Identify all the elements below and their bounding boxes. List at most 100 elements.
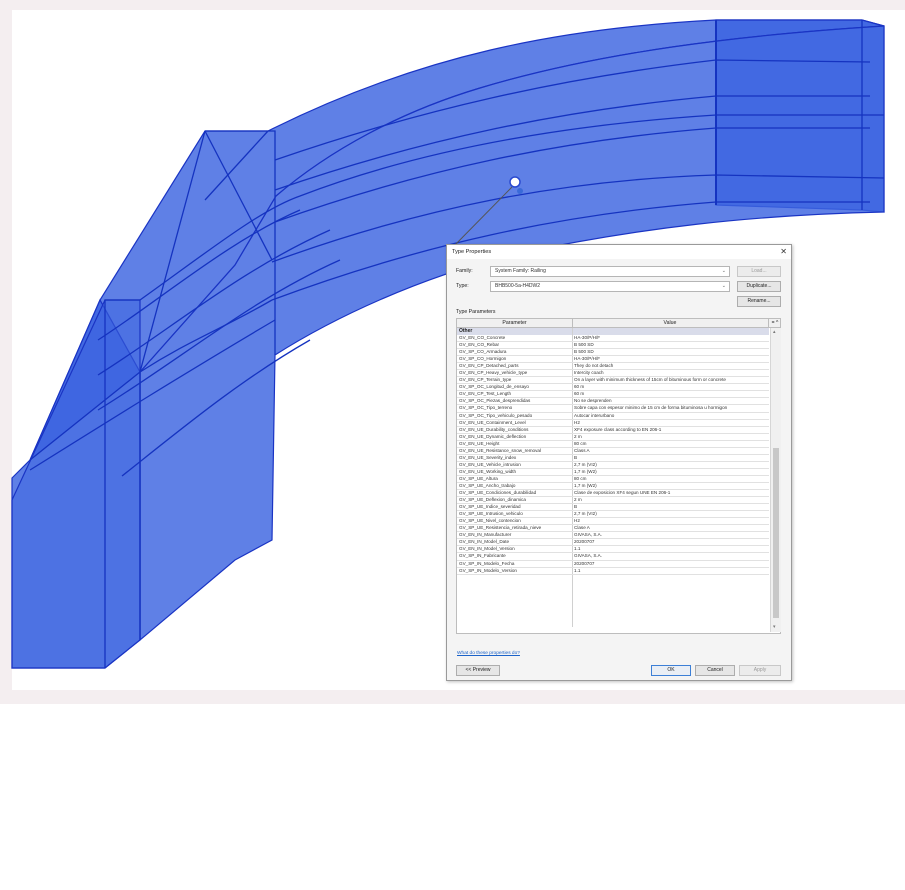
parameter-value[interactable]: 60 m bbox=[574, 384, 767, 390]
close-icon[interactable]: ✕ bbox=[780, 247, 787, 256]
table-row[interactable]: GV_SP_CO_Hormigon HA-30/P/H/F bbox=[457, 356, 769, 364]
table-row[interactable]: GV_SP_UE_Intrusion_vehiculo 2,7 m (VI2) bbox=[457, 511, 769, 519]
ok-button[interactable]: OK bbox=[651, 665, 691, 676]
type-select[interactable]: BHB500-5a-H4DW2 ⌄ bbox=[490, 281, 730, 292]
parameter-value[interactable]: They do not detach bbox=[574, 363, 767, 369]
cancel-button[interactable]: Cancel bbox=[695, 665, 735, 676]
parameter-value[interactable]: 2 m bbox=[574, 497, 767, 503]
parameter-name: GV_SP_OC_Tipo_terreno bbox=[459, 405, 513, 411]
family-select[interactable]: System Family: Railing ⌄ bbox=[490, 266, 730, 277]
group-row-other[interactable]: Other bbox=[457, 328, 769, 335]
parameter-value[interactable]: B 500 SD bbox=[574, 349, 767, 355]
table-row[interactable]: GV_EN_IN_Manufacturer GIVASA, S.A. bbox=[457, 532, 769, 540]
parameter-value[interactable]: Clase A bbox=[574, 525, 767, 531]
table-row[interactable]: GV_EN_UE_Working_width 1,7 m (W2) bbox=[457, 469, 769, 476]
type-parameters-grid[interactable]: Parameter Value = ^ Other GV_EN_CO_Concr… bbox=[456, 318, 781, 890]
parameter-name: GV_SP_CO_Armadura bbox=[459, 349, 507, 355]
parameter-value[interactable]: GIVASA, S.A. bbox=[574, 532, 767, 538]
parameter-value[interactable]: 1,7 m (W2) bbox=[574, 469, 767, 475]
parameter-value[interactable]: B bbox=[574, 455, 767, 461]
table-row[interactable]: GV_EN_CP_Test_Length 60 m bbox=[457, 391, 769, 399]
table-row[interactable]: GV_SP_UE_Indice_severidad B bbox=[457, 504, 769, 512]
parameter-name: GV_EN_CP_Detached_parts bbox=[459, 363, 519, 369]
duplicate-button[interactable]: Duplicate... bbox=[737, 281, 781, 292]
parameter-value[interactable]: 60 m bbox=[574, 391, 767, 397]
grid-body[interactable]: Other GV_EN_CO_Concrete HA-30/P/H/F GV_EN_… bbox=[456, 328, 781, 634]
table-row[interactable]: GV_EN_UE_Resistance_snow_removal Class A bbox=[457, 448, 769, 455]
parameter-name: GV_SP_UE_Deflexion_dinamica bbox=[459, 497, 526, 503]
table-row[interactable]: GV_SP_IN_Modelo_Fecha 20200707 bbox=[457, 561, 769, 568]
column-header-parameter[interactable]: Parameter bbox=[457, 319, 573, 327]
dialog-title: Type Properties bbox=[452, 249, 492, 255]
parameter-value[interactable]: Clase de exposicion XF4 segun UNE EN 206… bbox=[574, 490, 767, 496]
parameter-name: GV_EN_UE_Severity_index bbox=[459, 454, 517, 460]
rename-button[interactable]: Rename... bbox=[737, 296, 781, 307]
parameter-value[interactable]: 1,7 m (W2) bbox=[574, 483, 767, 489]
table-row[interactable]: GV_EN_IN_Model_Version 1.1 bbox=[457, 546, 769, 554]
parameter-value[interactable]: Intercity coach bbox=[574, 370, 767, 376]
parameter-name: GV_EN_UE_Resistance_snow_removal bbox=[459, 447, 541, 453]
scroll-thumb[interactable] bbox=[773, 448, 779, 618]
table-row[interactable]: GV_SP_CO_Armadura B 500 SD bbox=[457, 349, 769, 357]
parameter-value[interactable]: 20200707 bbox=[574, 561, 767, 567]
parameter-value[interactable]: No se desprenden bbox=[574, 398, 767, 404]
parameter-value[interactable]: B bbox=[574, 504, 767, 510]
table-row[interactable]: GV_EN_UE_Containment_Level H2 bbox=[457, 420, 769, 427]
table-row[interactable]: GV_SP_UE_Deflexion_dinamica 2 m bbox=[457, 497, 769, 505]
table-row[interactable]: GV_SP_UE_Ancho_trabajo 1,7 m (W2) bbox=[457, 483, 769, 491]
column-header-value[interactable]: Value bbox=[572, 319, 769, 327]
table-row[interactable]: GV_EN_UE_Height 80 cm bbox=[457, 441, 769, 448]
table-row[interactable]: GV_SP_IN_Fabricante GIVASA, S.A. bbox=[457, 553, 769, 561]
parameter-value[interactable]: H2 bbox=[574, 420, 767, 426]
parameter-value[interactable]: 80 cm bbox=[574, 476, 767, 482]
parameter-value[interactable]: Autocar interurbano bbox=[574, 413, 767, 419]
table-row[interactable]: GV_EN_CP_Detached_parts They do not detac… bbox=[457, 363, 769, 371]
parameter-value[interactable]: On a layer with minimum thickness of 15c… bbox=[574, 377, 767, 383]
type-properties-dialog[interactable]: Type Properties ✕ Family: System Family:… bbox=[446, 244, 792, 681]
table-row[interactable]: GV_SP_OC_Piezas_desprendidas No se despre… bbox=[457, 398, 769, 406]
parameter-value[interactable]: HA-30/P/H/F bbox=[574, 335, 767, 341]
table-row[interactable]: GV_SP_OC_Tipo_vehiculo_pesado Autocar int… bbox=[457, 413, 769, 420]
parameter-value[interactable]: H2 bbox=[574, 518, 767, 524]
help-link[interactable]: What do these properties do? bbox=[457, 651, 520, 656]
table-row[interactable]: GV_SP_UE_Condiciones_durabilidad Clase de… bbox=[457, 490, 769, 498]
parameter-value[interactable]: HA-30/P/H/F bbox=[574, 356, 767, 362]
table-row[interactable]: GV_EN_CP_Terrain_type On a layer with min… bbox=[457, 377, 769, 385]
table-row[interactable]: GV_SP_OC_Longitud_de_ensayo 60 m bbox=[457, 384, 769, 392]
table-row[interactable]: GV_SP_UE_Altura 80 cm bbox=[457, 476, 769, 483]
table-row[interactable]: GV_SP_IN_Modelo_Version 1.1 bbox=[457, 568, 769, 575]
load-button[interactable]: Load... bbox=[737, 266, 781, 277]
table-row[interactable]: GV_SP_OC_Tipo_terreno Sobre capa con espe… bbox=[457, 405, 769, 413]
parameter-value[interactable]: Sobre capa con espesor minimo de 15 cm d… bbox=[574, 405, 767, 411]
table-row[interactable]: GV_SP_UE_Resistencia_retirada_nieve Clase… bbox=[457, 525, 769, 533]
table-row[interactable]: GV_SP_UE_Nivel_contencion H2 bbox=[457, 518, 769, 526]
table-row[interactable]: GV_EN_UE_Dynamic_deflection 2 m bbox=[457, 434, 769, 441]
table-row[interactable]: GV_EN_UE_Severity_index B bbox=[457, 455, 769, 462]
vertical-scrollbar[interactable]: ▴ ▾ bbox=[770, 328, 781, 632]
parameter-value[interactable]: 1.1 bbox=[574, 546, 767, 552]
parameter-value[interactable]: Class A bbox=[574, 448, 767, 454]
parameter-value[interactable]: XF4 exposure class according to EN 206-1 bbox=[574, 427, 767, 433]
parameter-name: GV_SP_OC_Longitud_de_ensayo bbox=[459, 384, 529, 390]
table-row[interactable]: GV_EN_UE_Vehicle_intrusion 2,7 m (VI2) bbox=[457, 462, 769, 469]
parameter-value[interactable]: 20200707 bbox=[574, 539, 767, 545]
table-row[interactable]: GV_EN_IN_Model_Date 20200707 bbox=[457, 539, 769, 547]
parameter-value[interactable]: GIVASA, S.A. bbox=[574, 553, 767, 559]
parameter-value[interactable]: 1.1 bbox=[574, 568, 767, 574]
table-row[interactable]: GV_EN_UE_Durability_conditions XF4 exposu… bbox=[457, 427, 769, 434]
parameter-value[interactable]: 2,7 m (VI2) bbox=[574, 511, 767, 517]
table-row[interactable]: GV_EN_CO_Rebar B 500 SD bbox=[457, 342, 769, 350]
parameter-value[interactable]: B 500 SD bbox=[574, 342, 767, 348]
scroll-up-icon[interactable]: ▴ bbox=[773, 329, 776, 335]
table-row[interactable]: GV_EN_CP_Heavy_vehicle_type Intercity coa… bbox=[457, 370, 769, 378]
parameter-value[interactable]: 80 cm bbox=[574, 441, 767, 447]
apply-button[interactable]: Apply bbox=[739, 665, 781, 676]
preview-button[interactable]: << Preview bbox=[456, 665, 500, 676]
scroll-down-icon[interactable]: ▾ bbox=[773, 624, 776, 630]
dialog-titlebar[interactable]: Type Properties ✕ bbox=[447, 245, 791, 259]
table-row[interactable]: GV_EN_CO_Concrete HA-30/P/H/F bbox=[457, 335, 769, 343]
parameter-rows: GV_EN_CO_Concrete HA-30/P/H/F GV_EN_CO_Reb… bbox=[457, 335, 769, 575]
parameter-value[interactable]: 2,7 m (VI2) bbox=[574, 462, 767, 468]
column-header-equals[interactable]: = ^ bbox=[769, 319, 781, 327]
parameter-value[interactable]: 2 m bbox=[574, 434, 767, 440]
